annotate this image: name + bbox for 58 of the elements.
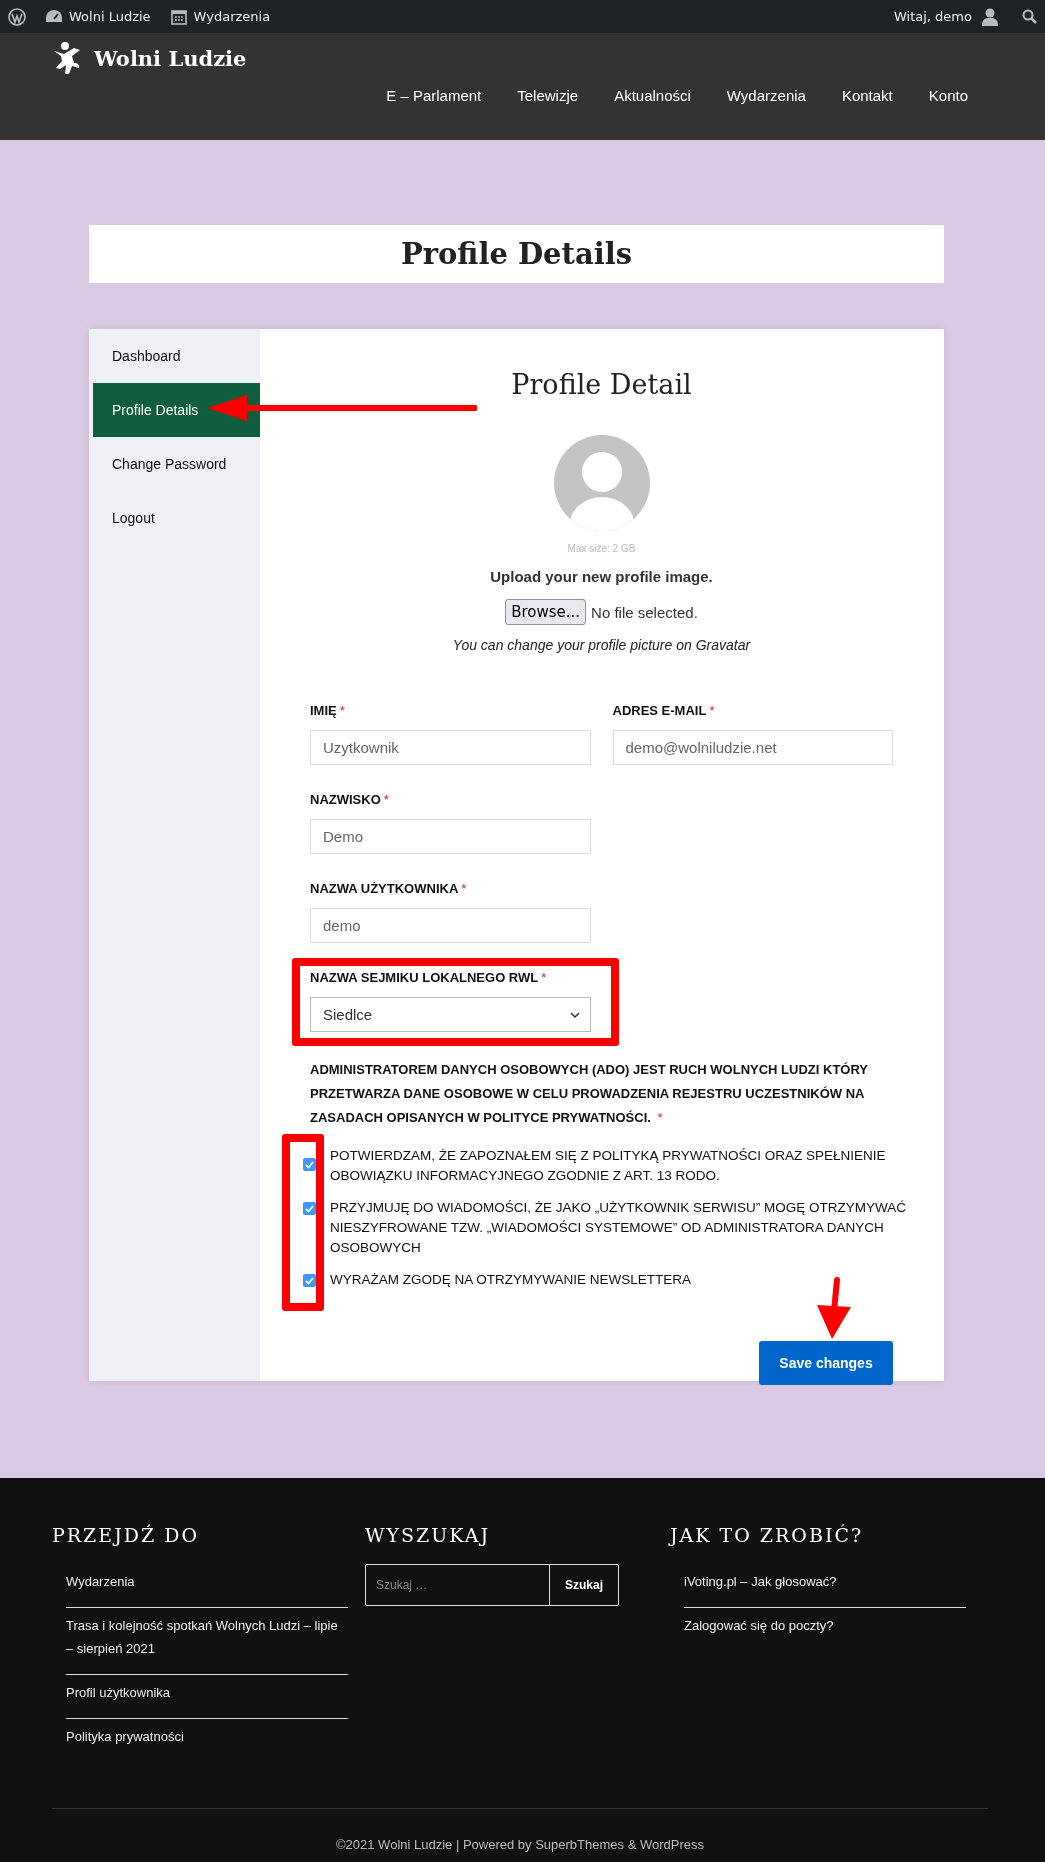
footer-link[interactable]: Zalogować się do poczty? [684,1608,966,1651]
text-field[interactable]: Demo [310,819,591,854]
nav-link[interactable]: Wydarzenia [708,87,824,104]
text-field[interactable]: Uzytkownik [310,730,591,765]
field-label: NAZWISKO * [310,792,390,807]
checkbox[interactable] [303,1158,316,1171]
footer-link[interactable]: Wydarzenia [66,1564,348,1608]
checkbox[interactable] [303,1202,316,1215]
logo-figure-icon [52,41,82,75]
footer-link[interactable]: Profil użytkownika [66,1675,348,1719]
size-hint: Max size: 2 GB [567,543,636,554]
nav-link[interactable]: Telewizje [499,87,597,104]
file-status: No file selected. [591,603,698,621]
wordpress-logo-icon[interactable] [8,7,26,26]
consent-text: ADMINISTRATOREM DANYCH OSOBOWYCH (ADO) JEST RUCH WOLNYCH LUDZI KTÓRY PRZETWARZA DANE OSOBOWE W CELU PROWADZENIA REJESTRU UCZESTNIKÓW NA ZASADACH OPISANYCH W POLITYCE PRYWATNOŚCI. * [310,1061,869,1127]
checkbox[interactable] [303,1274,316,1287]
nav-link[interactable]: Konto [910,87,968,104]
calendar-icon [170,8,187,25]
field-label: IMIĘ * [310,703,346,718]
checkbox-label: POTWIERDZAM, ŻE ZAPOZNAŁEM SIĘ Z POLITYKĄ PRYWATNOŚCI ORAZ SPEŁNIENIE OBOWIĄZKU INFORMACYJNEGO ZGODNIE Z ART. 13 RODO. [330,1147,887,1185]
text-field[interactable]: demo@wolniludzie.net [612,730,893,765]
section-heading: Profile Detail [510,369,693,400]
field-label: NAZWA SEJMIKU LOKALNEGO RWL * [310,970,548,985]
search-button[interactable]: Szukaj [549,1565,618,1605]
browse-button[interactable]: Browse... [505,599,587,625]
footer-heading: WYSZUKAJ [365,1524,492,1546]
nav-link[interactable]: Kontakt [823,87,911,104]
nav-link[interactable]: E – Parlament [368,87,500,104]
text-field[interactable]: demo [310,908,591,943]
site-title[interactable]: Wolni Ludzie [94,45,247,71]
sidebar-item[interactable]: Change Password [93,437,260,491]
nav-link[interactable]: Aktualności [596,87,709,104]
user-icon [982,7,998,26]
sidebar-item[interactable]: Profile Details [93,383,260,437]
dashboard-gauge-icon [46,9,62,24]
select-field[interactable]: Siedlce [310,997,591,1032]
footer-link[interactable]: iVoting.pl – Jak głosować? [684,1564,966,1608]
page-title: Profile Details [400,237,633,271]
footer-link[interactable]: Trasa i kolejność spotkań Wolnych Ludzi – lipie – sierpień 2021 [66,1608,348,1675]
save-button[interactable]: Save changes [759,1341,893,1385]
chevron-down-icon [569,1011,580,1018]
gravatar-note: You can change your profile picture on Gravatar [452,637,751,653]
search-field[interactable]: Szukaj … Szukaj [365,1564,619,1606]
field-label: ADRES E-MAIL * [612,703,716,718]
search-icon[interactable] [1022,9,1037,24]
toolbar-link[interactable]: Wolni Ludzie [69,9,151,24]
sidebar-item[interactable]: Dashboard [93,329,260,383]
footer-heading: JAK TO ZROBIĆ? [670,1524,865,1546]
toolbar-link[interactable]: Wydarzenia [193,9,271,24]
footer-heading: PRZEJDŹ DO [52,1524,201,1546]
checkbox-label: WYRAŻAM ZGODĘ NA OTRZYMYWANIE NEWSLETTERA [330,1271,692,1289]
checkbox-label: PRZYJMUJĘ DO WIADOMOŚCI, ŻE JAKO „UŻYTKOWNIK SERWISU” MOGĘ OTRZYMYWAĆ NIESZYFROWANE TZW. „WIADOMOŚCI SYSTEMOWE” OD ADMINISTRATORA DANYCH OSOBOWYCH [330,1199,907,1257]
footer-link[interactable]: Polityka prywatności [66,1719,348,1762]
sidebar-item[interactable]: Logout [93,491,260,545]
copyright-text: ©2021 Wolni Ludzie | Powered by SuperbThemes & WordPress [336,1837,704,1852]
greeting-link[interactable]: Witaj, demo [894,9,972,24]
upload-label: Upload your new profile image. [490,568,713,585]
field-label: NAZWA UŻYTKOWNIKA * [310,881,468,896]
